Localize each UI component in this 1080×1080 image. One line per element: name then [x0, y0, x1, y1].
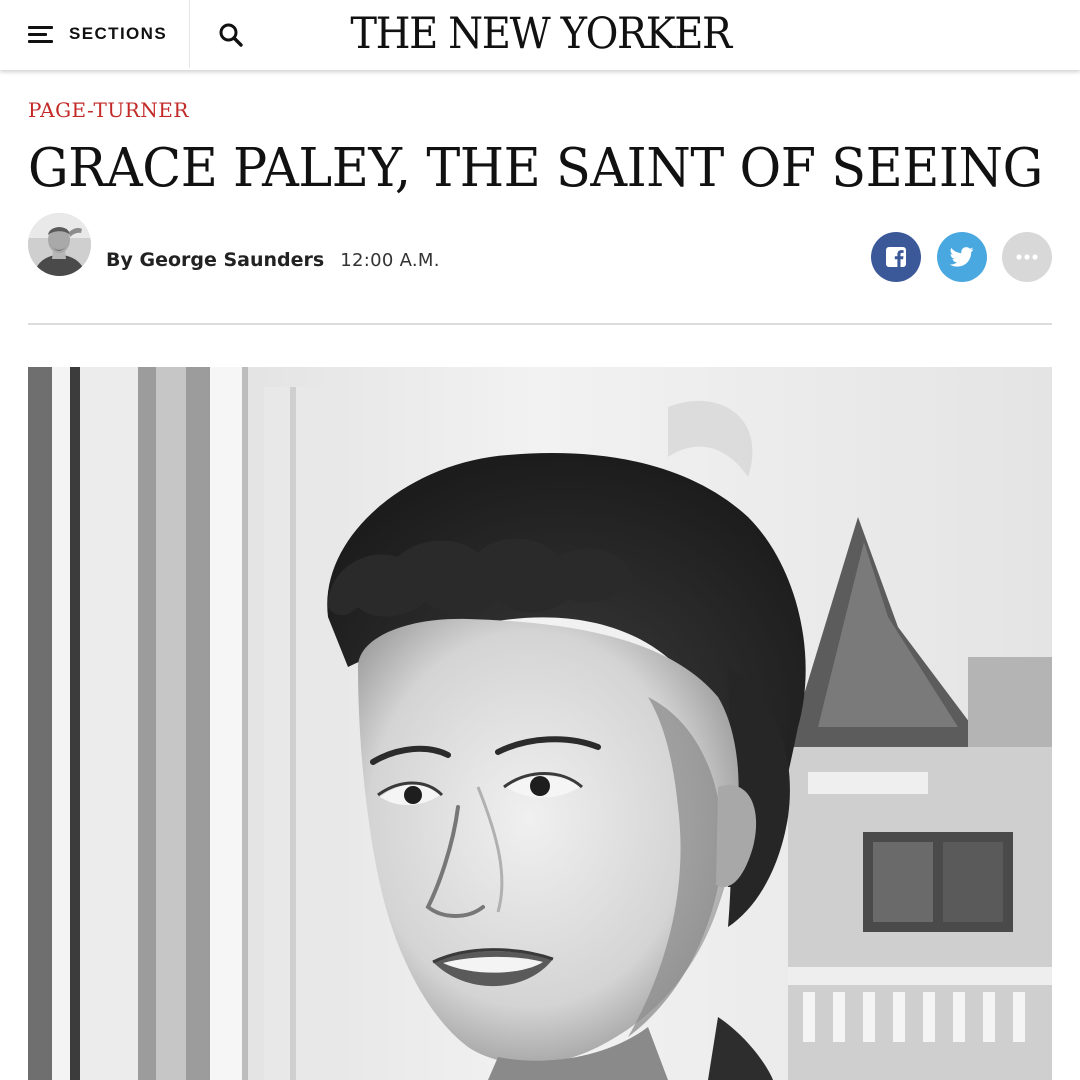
twitter-icon: [950, 247, 974, 267]
share-twitter-button[interactable]: [937, 232, 987, 282]
publish-time: 12:00 A.M.: [340, 250, 440, 271]
site-header: SECTIONS THE NEW YORKER: [0, 0, 1080, 70]
author-portrait: [28, 213, 91, 276]
header-divider: [28, 323, 1052, 325]
portrait-illustration: [28, 367, 1052, 1080]
hamburger-icon: [28, 25, 53, 44]
rubric-link[interactable]: PAGE-TURNER: [28, 98, 189, 122]
share-more-button[interactable]: [1002, 232, 1052, 282]
search-icon: [219, 23, 243, 47]
sections-menu-button[interactable]: SECTIONS: [0, 0, 190, 68]
share-facebook-button[interactable]: [871, 232, 921, 282]
author-avatar[interactable]: [28, 213, 91, 276]
hero-photo: [28, 367, 1052, 1080]
article-headline: GRACE PALEY, THE SAINT OF SEEING: [28, 138, 1043, 199]
author-name-link[interactable]: By George Saunders: [106, 249, 324, 271]
site-logo[interactable]: THE NEW YORKER: [350, 9, 732, 59]
search-button[interactable]: [210, 14, 252, 56]
more-icon: [1016, 254, 1038, 260]
sections-label: SECTIONS: [69, 24, 168, 43]
byline: By George Saunders 12:00 A.M.: [106, 249, 440, 271]
facebook-icon: [886, 247, 906, 267]
